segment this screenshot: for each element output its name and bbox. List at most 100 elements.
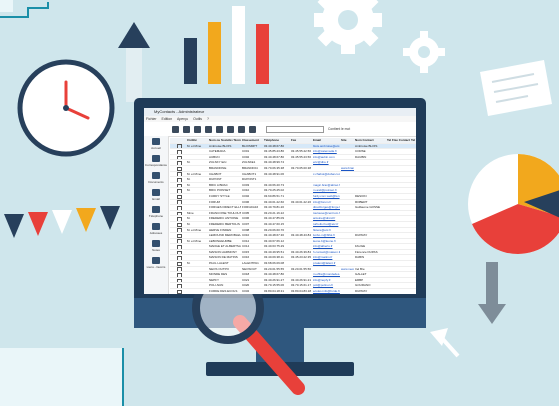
menu-item[interactable]: Edition bbox=[162, 117, 173, 121]
table-cell: www.brandfeine.fr bbox=[341, 165, 354, 170]
table-cell: 03.45.55.23.56 bbox=[291, 154, 312, 159]
row-checkbox[interactable] bbox=[177, 278, 182, 283]
row-checkbox[interactable] bbox=[177, 233, 182, 238]
row-checkbox[interactable] bbox=[177, 149, 182, 154]
toolbar-icon[interactable] bbox=[249, 125, 256, 133]
row-checkbox[interactable] bbox=[177, 217, 182, 221]
column-header[interactable]: Nom ou Société / Nom bbox=[208, 138, 241, 143]
row-checkbox[interactable] bbox=[177, 228, 182, 233]
toolbar-icon[interactable] bbox=[172, 125, 179, 133]
search-input[interactable] bbox=[266, 125, 324, 133]
column-header[interactable]: Nom Contact bbox=[354, 138, 386, 143]
menu-item[interactable]: ? bbox=[207, 117, 209, 121]
table-cell: FREDERIC ANTOINE bbox=[209, 216, 239, 221]
table-cell: blois.ambroise@etc.fr bbox=[313, 143, 340, 148]
table-cell: 03.40.47.85.09 bbox=[264, 216, 285, 221]
checkbox-cell bbox=[176, 272, 186, 277]
row-checkbox[interactable] bbox=[177, 256, 182, 261]
table-cell: m.offre@mondedes.fr bbox=[313, 272, 340, 277]
row-checkbox[interactable] bbox=[177, 205, 182, 210]
app-screen: MyContacts - Administrateur Fichier Edit… bbox=[144, 108, 416, 294]
column-header[interactable]: Téléphone bbox=[263, 138, 290, 143]
row-checkbox[interactable] bbox=[177, 177, 182, 182]
table-cell: BRANDFINE bbox=[209, 165, 227, 170]
sidebar-item[interactable]: Téléphone bbox=[144, 204, 168, 221]
table-cell: C016 bbox=[242, 255, 250, 260]
sidebar-item[interactable]: Documents bbox=[144, 170, 168, 187]
row-checkbox[interactable] bbox=[177, 284, 182, 289]
table-cell bbox=[340, 228, 354, 233]
sidebar-item[interactable]: Accueil bbox=[144, 136, 168, 153]
row-checkbox[interactable] bbox=[177, 239, 182, 244]
table-cell bbox=[354, 228, 386, 233]
menu-item[interactable]: Fichier bbox=[146, 117, 157, 121]
checkbox-cell bbox=[176, 250, 186, 255]
menu-item[interactable]: Outils bbox=[193, 117, 202, 121]
toolbar-icon[interactable] bbox=[227, 125, 234, 133]
table-cell bbox=[354, 160, 386, 165]
row-checkbox[interactable] bbox=[177, 222, 182, 227]
toolbar-icon[interactable] bbox=[216, 125, 223, 133]
column-header[interactable]: Fax bbox=[290, 138, 312, 143]
table-cell: 03.80.04.83.18 bbox=[291, 289, 312, 294]
row-checkbox[interactable] bbox=[177, 183, 182, 188]
column-header[interactable]: Classement bbox=[241, 138, 263, 143]
table-cell: ZULSKY Eric bbox=[209, 160, 227, 165]
table-cell: toulouse@centrum.fr bbox=[313, 210, 340, 215]
checkbox-cell bbox=[176, 228, 186, 233]
row-checkbox[interactable] bbox=[177, 155, 182, 160]
table-cell bbox=[340, 222, 354, 227]
row-checkbox[interactable] bbox=[177, 267, 182, 272]
row-checkbox[interactable] bbox=[177, 172, 182, 177]
sidebar-item[interactable]: Liens - favoris bbox=[144, 255, 168, 272]
table-cell bbox=[354, 183, 386, 188]
row-checkbox[interactable] bbox=[177, 194, 182, 199]
toolbar-icon[interactable] bbox=[194, 125, 201, 133]
toolbar-icon[interactable] bbox=[238, 125, 245, 133]
row-checkbox[interactable] bbox=[177, 289, 182, 294]
table-cell: 03.70.05.00.38 bbox=[291, 165, 312, 170]
column-header[interactable]: Site bbox=[340, 138, 354, 143]
column-header[interactable]: Tel bbox=[410, 138, 415, 143]
table-cell bbox=[186, 283, 208, 288]
row-checkbox[interactable] bbox=[177, 245, 182, 249]
sidebar-item[interactable]: Correspondance bbox=[144, 153, 168, 170]
column-header[interactable]: Tel Fixe Contact bbox=[386, 138, 410, 143]
table-cell: CHABOT bbox=[209, 171, 222, 176]
table-cell: 03.40.66.20.73 bbox=[264, 182, 285, 187]
table-cell: Mme bbox=[187, 210, 194, 215]
sidebar-item[interactable]: Adresses bbox=[144, 221, 168, 238]
row-checkbox[interactable] bbox=[177, 161, 182, 165]
table-cell: LALENTPA1 bbox=[242, 261, 259, 266]
toolbar-icon[interactable] bbox=[205, 125, 212, 133]
row-checkbox[interactable] bbox=[177, 200, 182, 205]
row-checkbox[interactable] bbox=[177, 189, 182, 193]
table-cell bbox=[312, 177, 340, 182]
sidebar-item[interactable]: Email bbox=[144, 187, 168, 204]
search-checkbox-label[interactable]: Contient le mot bbox=[328, 127, 350, 131]
table-cell bbox=[354, 177, 386, 182]
toolbar-icon[interactable] bbox=[183, 125, 190, 133]
sidebar-item-label: Adresses bbox=[149, 231, 163, 235]
column-header[interactable]: Civilité bbox=[186, 138, 208, 143]
table-cell bbox=[340, 216, 354, 221]
sidebar-item[interactable]: Notes bbox=[144, 238, 168, 255]
row-checkbox[interactable] bbox=[177, 144, 182, 149]
row-checkbox[interactable] bbox=[177, 250, 182, 255]
app-title-bar: MyContacts - Administrateur bbox=[144, 108, 416, 116]
table-cell: 03.40.26.91.27 bbox=[264, 277, 285, 282]
table-cell: m.and@poinset.fr bbox=[313, 188, 337, 193]
column-header[interactable] bbox=[176, 138, 186, 143]
menu-item[interactable]: Aperçu bbox=[177, 117, 188, 121]
row-checkbox[interactable] bbox=[177, 166, 182, 171]
table-cell bbox=[354, 239, 386, 244]
column-header[interactable]: Email bbox=[312, 138, 340, 143]
table-row[interactable]: FURDE DES ECOLS C032 03.80.04.18.31 03.80.0… bbox=[170, 289, 416, 294]
table-cell: FORGES DIRECT ELLS bbox=[209, 205, 241, 210]
row-checkbox[interactable] bbox=[177, 261, 182, 266]
table-cell bbox=[290, 239, 312, 244]
row-checkbox[interactable] bbox=[177, 211, 182, 216]
table-cell: info@matins.fr bbox=[313, 255, 333, 260]
row-checkbox[interactable] bbox=[177, 273, 182, 277]
sidebar-item-icon bbox=[152, 206, 160, 213]
